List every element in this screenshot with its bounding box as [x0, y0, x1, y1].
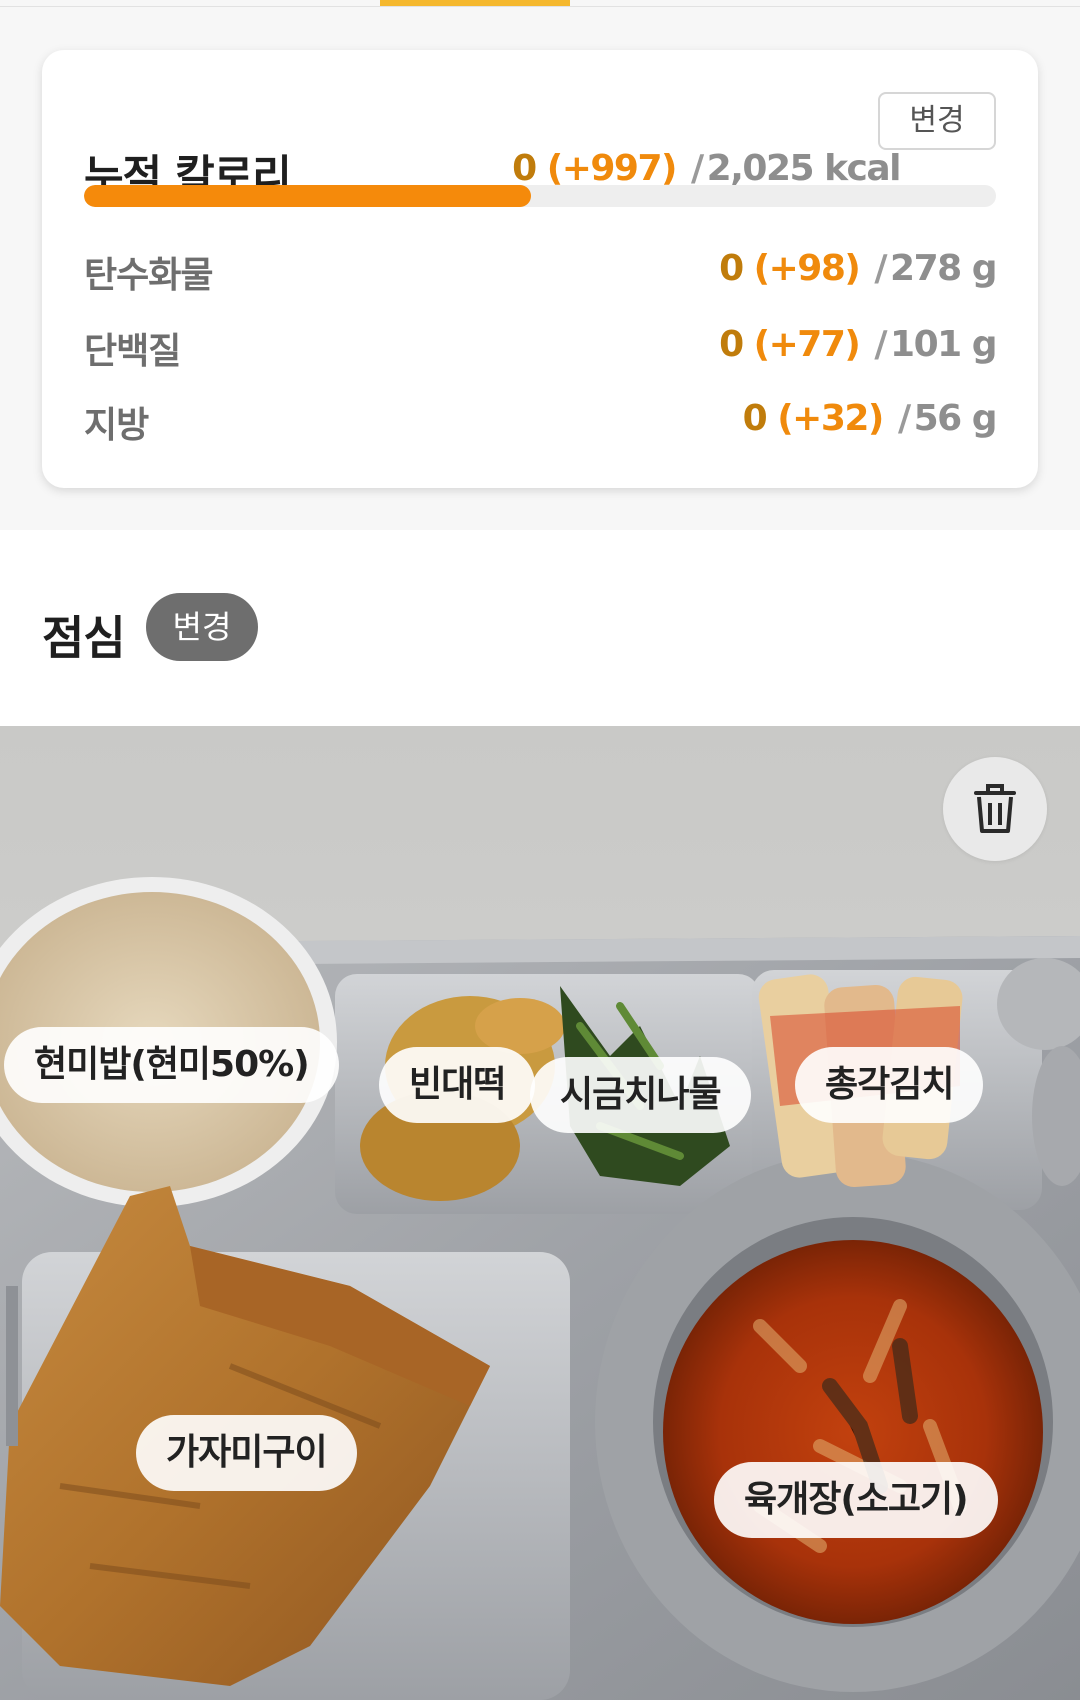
- meal-photo: [0, 726, 1080, 1700]
- calorie-total: 2,025 kcal: [706, 148, 902, 189]
- trash-icon: [974, 784, 1016, 833]
- fat-current: 0: [742, 398, 768, 439]
- calorie-change-button[interactable]: 변경: [878, 92, 996, 150]
- protein-total: 101 g: [890, 324, 997, 365]
- summary-section: 누적 칼로리 0 (+997) /2,025 kcal 변경 탄수화물 0 (+…: [0, 0, 1080, 530]
- macro-label-carbs: 탄수화물: [84, 255, 213, 296]
- macro-value-protein: 0 (+77) /101 g: [719, 324, 997, 365]
- tab-divider: [0, 6, 1080, 7]
- carbs-current: 0: [719, 248, 744, 289]
- fat-separator: /: [897, 398, 911, 439]
- carbs-total: 278 g: [890, 248, 997, 289]
- macro-value-fat: 0 (+32) /56 g: [742, 398, 998, 439]
- calorie-card: 누적 칼로리 0 (+997) /2,025 kcal 변경 탄수화물 0 (+…: [42, 50, 1038, 488]
- calorie-progress-bar: [84, 185, 996, 207]
- macro-value-carbs: 0 (+98) /278 g: [719, 248, 997, 289]
- food-label-kimchi[interactable]: 총각김치: [795, 1047, 984, 1123]
- calorie-added: (+997): [546, 148, 678, 189]
- macro-label-protein: 단백질: [84, 331, 181, 372]
- protein-current: 0: [719, 324, 744, 365]
- protein-added: (+77): [753, 324, 861, 365]
- food-label-fish[interactable]: 가자미구이: [136, 1415, 357, 1491]
- food-label-spinach[interactable]: 시금치나물: [530, 1057, 751, 1133]
- calorie-separator: /: [691, 148, 704, 189]
- food-label-rice[interactable]: 현미밥(현미50%): [4, 1027, 339, 1103]
- carbs-added: (+98): [753, 248, 861, 289]
- food-tray-illustration: [0, 726, 1080, 1700]
- carbs-separator: /: [874, 248, 887, 289]
- macro-label-fat: 지방: [84, 405, 149, 446]
- delete-photo-button[interactable]: [943, 757, 1047, 861]
- calorie-current: 0: [512, 148, 537, 189]
- fat-total: 56 g: [913, 398, 998, 439]
- protein-separator: /: [874, 324, 887, 365]
- meal-title: 점심: [42, 611, 126, 665]
- calorie-progress-fill: [84, 185, 531, 207]
- food-label-yukgaejang[interactable]: 육개장(소고기): [714, 1462, 998, 1538]
- active-tab-indicator: [380, 0, 570, 6]
- calorie-summary: 0 (+997) /2,025 kcal: [512, 148, 902, 189]
- meal-change-button[interactable]: 변경: [146, 593, 258, 661]
- food-label-bindaetteok[interactable]: 빈대떡: [379, 1047, 536, 1123]
- fat-added: (+32): [777, 398, 884, 439]
